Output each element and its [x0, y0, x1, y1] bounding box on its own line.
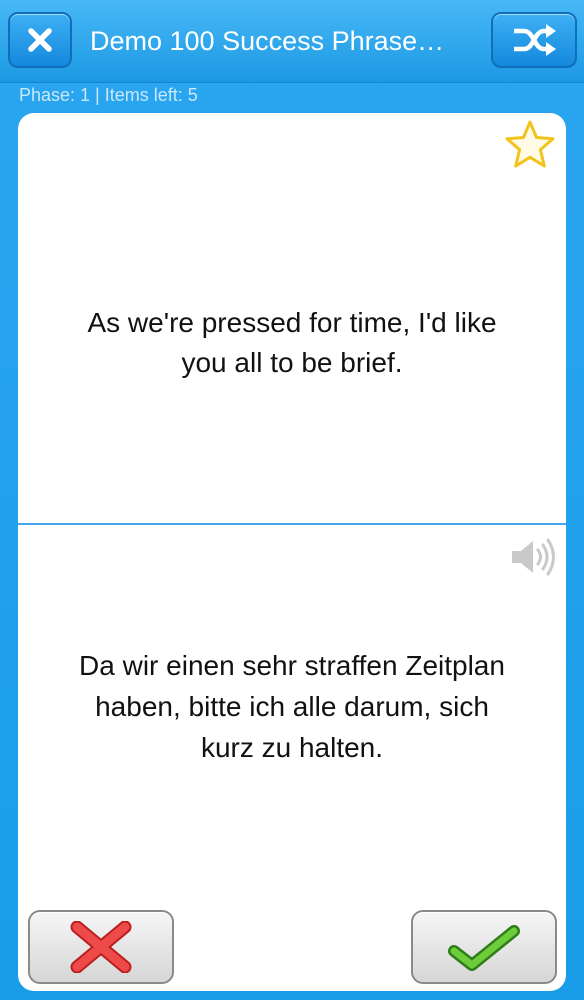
- prompt-line: you all to be brief.: [181, 347, 403, 378]
- answer-line: kurz zu halten.: [200, 732, 384, 763]
- answer-line: haben, bitte ich alle darum, sich: [95, 691, 489, 722]
- shuffle-button[interactable]: [491, 12, 577, 68]
- close-button[interactable]: [8, 12, 72, 68]
- shuffle-icon: [514, 24, 556, 56]
- prompt-line: As we're pressed for time, I'd like: [87, 307, 497, 338]
- star-icon[interactable]: [502, 117, 558, 173]
- deck-title: Demo 100 Success Phrase…: [90, 26, 445, 56]
- wrong-answer-button[interactable]: [28, 910, 174, 984]
- phase-status: Phase: 1 | Items left: 5: [19, 85, 198, 105]
- answer-line: Da wir einen sehr straffen Zeitplan: [79, 650, 505, 681]
- flashcard: As we're pressed for time, I'd like you …: [18, 113, 566, 991]
- speaker-icon[interactable]: [510, 537, 558, 577]
- correct-answer-button[interactable]: [411, 910, 557, 984]
- red-x-icon: [70, 921, 132, 973]
- answer-text: Da wir einen sehr straffen Zeitplan habe…: [32, 645, 552, 768]
- prompt-text: As we're pressed for time, I'd like you …: [38, 303, 546, 383]
- navigation-bar: Demo 100 Success Phrase…: [0, 0, 584, 83]
- card-divider: [18, 523, 566, 525]
- green-checkmark-icon: [448, 925, 520, 971]
- app-screen: Demo 100 Success Phrase… Phase: 1 | Item…: [0, 0, 584, 1000]
- close-x-icon: [28, 28, 52, 52]
